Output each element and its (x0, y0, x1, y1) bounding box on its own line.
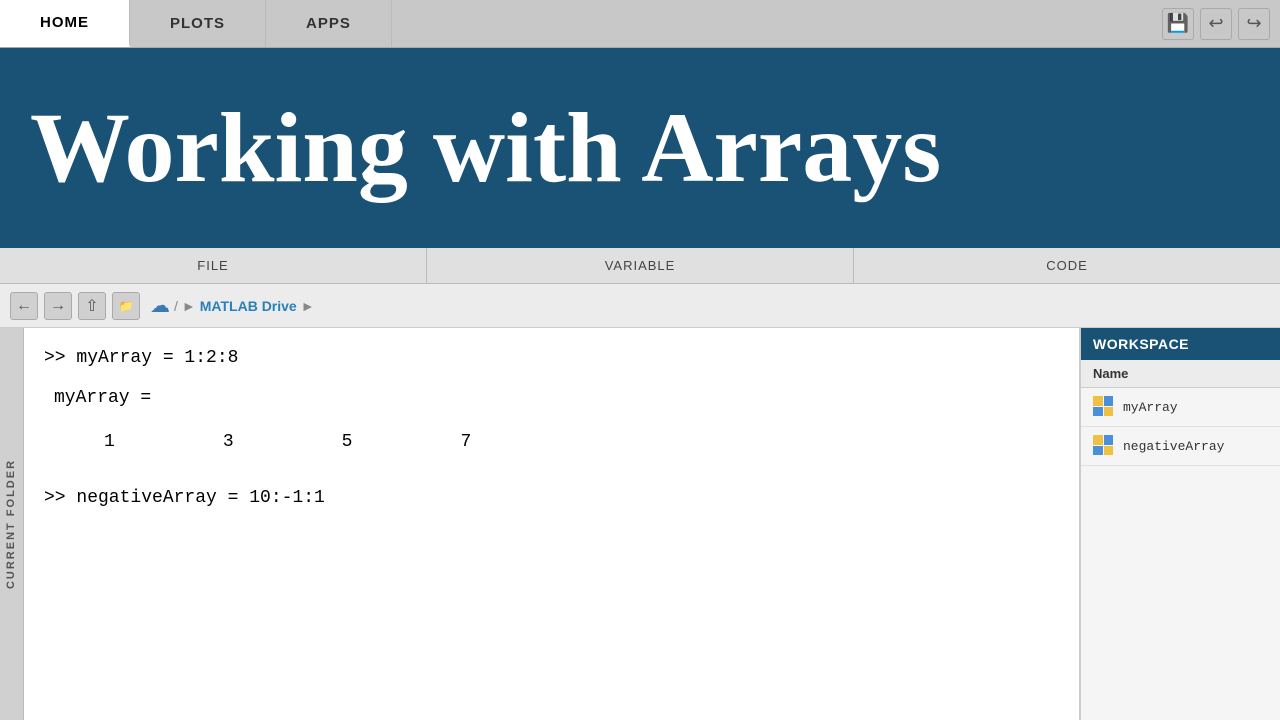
cmd-spacer-4 (44, 472, 1059, 488)
breadcrumb-arrow: ► (182, 298, 196, 314)
current-folder-sidebar: CURRENT FOLDER (0, 328, 24, 720)
cmd-spacer-1 (44, 372, 1059, 388)
tab-home[interactable]: HOME (0, 0, 130, 47)
cmd-prompt-2: >> negativeArray = 10:-1:1 (44, 488, 325, 508)
breadcrumb-sep-2: ► (301, 298, 315, 314)
current-folder-label: CURRENT FOLDER (6, 459, 18, 589)
cmd-prompt-1: >> myArray = 1:2:8 (44, 348, 238, 368)
main-area: CURRENT FOLDER >> myArray = 1:2:8 myArra… (0, 328, 1280, 720)
workspace-name-col: Name (1081, 360, 1280, 388)
breadcrumb: ☁ / ► MATLAB Drive ► (150, 293, 315, 318)
cmd-line-2: >> negativeArray = 10:-1:1 (44, 488, 1059, 508)
breadcrumb-sep-1: / (174, 298, 178, 314)
workspace-item-myarray[interactable]: myArray (1081, 388, 1280, 427)
back-button[interactable]: ← (10, 292, 38, 320)
undo-icon[interactable]: ↩ (1200, 8, 1232, 40)
cmd-spacer-2 (44, 412, 1059, 428)
section-code: CODE (854, 248, 1280, 283)
cmd-output-var: myArray = (44, 388, 1059, 408)
myarray-name: myArray (1123, 400, 1178, 415)
cmd-values: 1 3 5 7 (104, 432, 1059, 452)
cmd-spacer-3 (44, 456, 1059, 472)
command-window[interactable]: >> myArray = 1:2:8 myArray = 1 3 5 7 >> … (24, 328, 1080, 720)
tab-apps[interactable]: APPS (266, 0, 392, 47)
up-folder-button[interactable]: ⇧ (78, 292, 106, 320)
tab-plots[interactable]: PLOTS (130, 0, 266, 47)
forward-button[interactable]: → (44, 292, 72, 320)
workspace-panel: WORKSPACE Name myArray (1080, 328, 1280, 720)
top-tab-bar: HOME PLOTS APPS 💾 ↩ ↪ (0, 0, 1280, 48)
cmd-line-1: >> myArray = 1:2:8 (44, 348, 1059, 368)
section-file: FILE (0, 248, 427, 283)
workspace-item-negativearray[interactable]: negativeArray (1081, 427, 1280, 466)
section-bar: FILE VARIABLE CODE (0, 248, 1280, 284)
tab-actions: 💾 ↩ ↪ (1162, 0, 1280, 47)
redo-icon[interactable]: ↪ (1238, 8, 1270, 40)
cloud-icon[interactable]: ☁ (150, 293, 170, 318)
section-variable: VARIABLE (427, 248, 854, 283)
cmd-output-label: myArray = (54, 388, 151, 408)
breadcrumb-matlab-drive[interactable]: MATLAB Drive (200, 298, 297, 314)
hero-banner: Working with Arrays (0, 48, 1280, 248)
save-icon[interactable]: 💾 (1162, 8, 1194, 40)
workspace-header: WORKSPACE (1081, 328, 1280, 360)
myarray-icon (1093, 396, 1115, 418)
browse-button[interactable]: 📁 (112, 292, 140, 320)
breadcrumb-bar: ← → ⇧ 📁 ☁ / ► MATLAB Drive ► (0, 284, 1280, 328)
negativearray-icon (1093, 435, 1115, 457)
hero-title: Working with Arrays (30, 98, 941, 198)
negativearray-name: negativeArray (1123, 439, 1224, 454)
